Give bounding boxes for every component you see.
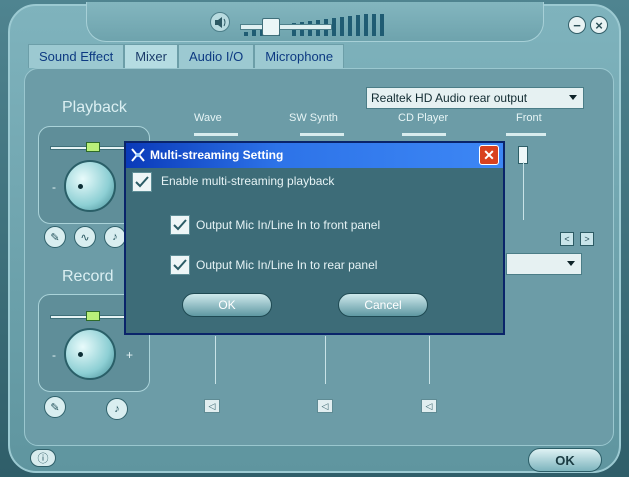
- record-mute-icon[interactable]: ♪: [106, 398, 128, 420]
- front-volume-track: [523, 162, 524, 220]
- wrench-icon[interactable]: ✎: [44, 226, 66, 248]
- playback-volume-knob[interactable]: [64, 160, 116, 212]
- info-icon[interactable]: ⓘ: [30, 449, 56, 467]
- minimize-icon[interactable]: −: [568, 16, 586, 34]
- scroll-right-icon[interactable]: >: [580, 232, 594, 246]
- record-title: Record: [62, 268, 114, 285]
- checkmark-icon: [173, 219, 187, 231]
- main-ok-button[interactable]: OK: [528, 448, 602, 472]
- record-channel-mute-icon[interactable]: ◁: [204, 399, 220, 413]
- dialog-title: Multi-streaming Setting: [150, 148, 284, 162]
- record-balance-thumb[interactable]: [86, 311, 100, 321]
- multi-streaming-dialog: Multi-streaming Setting ✕ Enable multi-s…: [124, 141, 505, 335]
- speaker-icon[interactable]: [210, 12, 230, 32]
- dialog-ok-button[interactable]: OK: [182, 293, 272, 317]
- record-minus-label: -: [52, 348, 56, 362]
- app-icon: [131, 148, 145, 162]
- front-panel-checkbox[interactable]: [170, 215, 190, 235]
- mute-icon[interactable]: ♪: [104, 226, 126, 248]
- column-wave: Wave: [194, 112, 222, 124]
- sw-synth-balance-slot[interactable]: [300, 133, 344, 136]
- front-panel-label: Output Mic In/Line In to front panel: [196, 218, 381, 232]
- cd-player-balance-slot[interactable]: [402, 133, 446, 136]
- record-channel-line: [429, 336, 430, 384]
- chevron-down-icon: [569, 95, 577, 100]
- chevron-down-icon: [567, 261, 575, 266]
- playback-output-value: Realtek HD Audio rear output: [371, 91, 528, 105]
- playback-output-select[interactable]: Realtek HD Audio rear output: [366, 87, 584, 109]
- header-band: [86, 2, 544, 42]
- wave-icon[interactable]: ∿: [74, 226, 96, 248]
- close-icon[interactable]: ×: [590, 16, 608, 34]
- checkmark-icon: [173, 259, 187, 271]
- app-window: − × Sound Effect Mixer Audio I/O Microph…: [0, 0, 629, 477]
- checkmark-icon: [135, 176, 149, 188]
- front-balance-slot[interactable]: [506, 133, 546, 136]
- scroll-left-icon[interactable]: <: [560, 232, 574, 246]
- column-sw-synth: SW Synth: [289, 112, 338, 124]
- tab-bar: Sound Effect Mixer Audio I/O Microphone: [28, 44, 345, 68]
- tab-microphone[interactable]: Microphone: [254, 44, 345, 68]
- column-cd-player: CD Player: [398, 112, 449, 124]
- dialog-titlebar: Multi-streaming Setting ✕: [126, 143, 503, 168]
- tab-mixer[interactable]: Mixer: [124, 44, 178, 68]
- record-input-select[interactable]: [506, 253, 582, 275]
- tab-audio-io[interactable]: Audio I/O: [178, 44, 255, 68]
- record-channel-mute-icon[interactable]: ◁: [421, 399, 437, 413]
- record-channel-line: [215, 336, 216, 384]
- record-volume-knob[interactable]: [64, 328, 116, 380]
- playback-title: Playback: [62, 99, 127, 116]
- record-channel-line: [325, 336, 326, 384]
- dialog-close-icon[interactable]: ✕: [479, 145, 499, 165]
- rear-panel-checkbox[interactable]: [170, 255, 190, 275]
- master-volume-thumb[interactable]: [262, 18, 280, 36]
- record-channel-mute-icon[interactable]: ◁: [317, 399, 333, 413]
- playback-balance-thumb[interactable]: [86, 142, 100, 152]
- rear-panel-label: Output Mic In/Line In to rear panel: [196, 258, 378, 272]
- tab-sound-effect[interactable]: Sound Effect: [28, 44, 125, 68]
- dialog-cancel-button[interactable]: Cancel: [338, 293, 428, 317]
- master-volume-track[interactable]: [240, 24, 332, 30]
- playback-minus-label: -: [52, 180, 56, 194]
- enable-multistreaming-checkbox[interactable]: [132, 172, 152, 192]
- record-wrench-icon[interactable]: ✎: [44, 396, 66, 418]
- wave-balance-slot[interactable]: [194, 133, 238, 136]
- record-plus-label: +: [126, 348, 134, 362]
- enable-multistreaming-label: Enable multi-streaming playback: [161, 174, 335, 188]
- column-front: Front: [516, 112, 542, 124]
